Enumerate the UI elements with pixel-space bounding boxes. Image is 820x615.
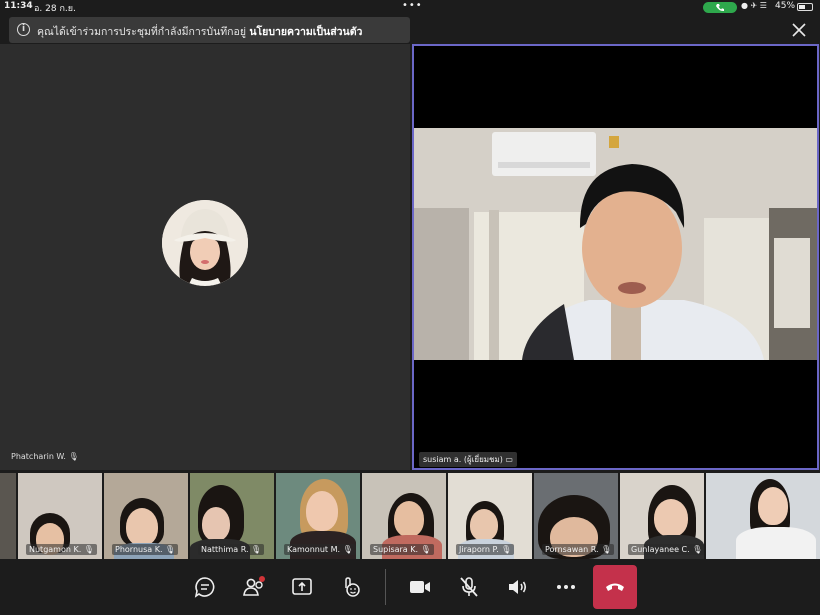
battery-icon — [797, 3, 813, 11]
participant-name-right: susiam a. (ผู้เยี่ยมชม) ▭ — [419, 452, 517, 467]
info-icon: i — [17, 23, 30, 36]
multitask-dots-icon[interactable]: ••• — [402, 0, 423, 11]
chat-icon[interactable] — [192, 574, 218, 600]
camera-icon[interactable] — [407, 574, 433, 600]
battery-percent: 45% — [775, 1, 796, 11]
people-icon[interactable] — [241, 574, 267, 600]
participant-thumb-name: Gunlayanee C. 🎙 — [628, 544, 704, 555]
participant-thumb-partial[interactable] — [0, 473, 16, 559]
participant-thumb[interactable]: Phornusa K. 🎙 — [104, 473, 188, 559]
phone-icon — [716, 4, 724, 12]
participant-thumb-name: Pornsawan R. 🎙 — [542, 544, 615, 555]
recording-banner: i คุณได้เข้าร่วมการประชุมที่กำลังมีการบั… — [9, 17, 410, 43]
more-icon[interactable] — [553, 574, 579, 600]
speaker-video — [414, 128, 817, 360]
connectivity-icons: ● ✈ ☰ — [741, 1, 767, 10]
participant-thumb[interactable]: Pornsawan R. 🎙 — [534, 473, 618, 559]
teams-meeting-screen: 11:34 อ. 28 ก.ย. ••• ● ✈ ☰ 45% i คุณได้เ… — [0, 0, 820, 615]
participant-tile-active-speaker[interactable]: susiam a. (ผู้เยี่ยมชม) ▭ — [412, 44, 819, 470]
participant-thumb-name: Supisara K. 🎙 — [370, 544, 434, 555]
right-name-text: susiam a. (ผู้เยี่ยมชม) — [423, 455, 503, 464]
share-screen-icon[interactable] — [289, 574, 315, 600]
status-date: อ. 28 ก.ย. — [34, 4, 76, 14]
call-controls — [0, 560, 820, 615]
privacy-policy-link[interactable]: นโยบายความเป็นส่วนตัว — [249, 26, 362, 38]
left-name-text: Phatcharin W. — [11, 452, 66, 461]
participant-thumb[interactable]: Nutgamon K. 🎙 — [18, 473, 102, 559]
participant-thumb[interactable]: Gunlayanee C. 🎙 — [620, 473, 704, 559]
participant-thumb[interactable]: Jiraporn P. 🎙 — [448, 473, 532, 559]
participant-thumb-name: Jiraporn P. 🎙 — [456, 544, 515, 555]
mic-muted-icon[interactable] — [456, 574, 482, 600]
participant-thumb[interactable]: Natthima R. 🎙 — [190, 473, 274, 559]
speaker-icon[interactable] — [505, 574, 531, 600]
participant-name-left: Phatcharin W. 🎙 — [11, 452, 79, 461]
participant-strip: Nutgamon K. 🎙 Phornusa K. 🎙 Natthima R. … — [0, 473, 820, 559]
participant-avatar — [162, 200, 248, 286]
participant-thumb-name: Phornusa K. 🎙 — [112, 544, 179, 555]
participant-thumb-name: Kamonnut M. 🎙 — [284, 544, 356, 555]
reactions-icon[interactable] — [338, 574, 364, 600]
participant-thumb[interactable] — [706, 473, 820, 559]
participant-thumb-name: Natthima R. 🎙 — [198, 544, 265, 555]
status-time: 11:34 — [4, 1, 33, 11]
banner-message: คุณได้เข้าร่วมการประชุมที่กำลังมีการบันท… — [37, 23, 362, 40]
controls-divider — [385, 569, 386, 605]
participant-thumb[interactable]: Kamonnut M. 🎙 — [276, 473, 360, 559]
participant-thumb-name: Nutgamon K. 🎙 — [26, 544, 97, 555]
participant-tile-main-left[interactable]: Phatcharin W. 🎙 — [0, 44, 410, 470]
banner-text: คุณได้เข้าร่วมการประชุมที่กำลังมีการบันท… — [37, 26, 247, 38]
active-call-pill[interactable] — [703, 2, 737, 13]
hang-up-button[interactable] — [593, 565, 637, 609]
participant-thumb[interactable]: Supisara K. 🎙 — [362, 473, 446, 559]
hangup-icon — [606, 583, 624, 591]
close-banner-icon[interactable] — [790, 21, 808, 39]
status-bar: 11:34 อ. 28 ก.ย. ••• ● ✈ ☰ 45% — [0, 0, 820, 14]
